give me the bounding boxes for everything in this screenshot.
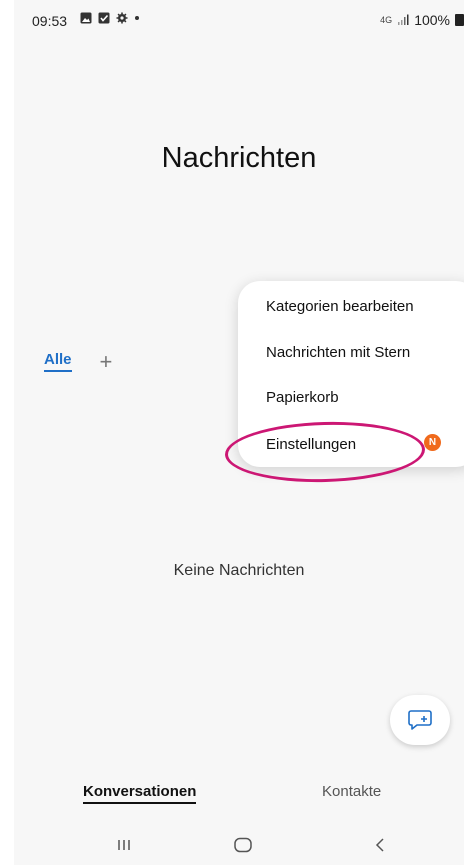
menu-item-edit-categories[interactable]: Kategorien bearbeiten (266, 298, 414, 315)
menu-item-settings[interactable]: Einstellungen (266, 436, 356, 453)
add-category-button[interactable]: + (100, 350, 113, 372)
back-icon (375, 838, 384, 852)
dot-icon (135, 16, 139, 20)
recent-apps-button[interactable] (109, 833, 139, 857)
system-nav-bar (14, 830, 464, 865)
network-type: 4G (380, 15, 393, 25)
page-title: Nachrichten (161, 142, 317, 174)
new-message-icon (408, 710, 432, 730)
new-badge: N (424, 434, 441, 451)
battery-icon (455, 14, 464, 26)
tab-contacts[interactable]: Kontakte (322, 783, 381, 800)
status-time: 09:53 (32, 13, 68, 29)
image-icon (80, 12, 92, 24)
back-button[interactable] (365, 833, 395, 857)
home-icon (234, 837, 252, 853)
tab-conversations[interactable]: Konversationen (83, 783, 197, 804)
category-filters: Alle + (44, 350, 113, 372)
empty-state-text: Keine Nachrichten (173, 562, 305, 579)
home-button[interactable] (228, 833, 258, 857)
checkbox-icon (98, 12, 110, 24)
notification-icons (80, 12, 140, 24)
gear-icon (116, 12, 128, 24)
menu-item-starred-messages[interactable]: Nachrichten mit Stern (266, 344, 410, 361)
status-bar: 09:53 4G 100% (14, 0, 464, 40)
status-right: 4G 100% (380, 12, 464, 28)
battery-percent: 100% (414, 12, 450, 28)
signal-icon (398, 14, 409, 25)
tab-all[interactable]: Alle (44, 351, 72, 372)
bottom-tabs: Konversationen Kontakte (14, 781, 464, 811)
compose-message-button[interactable] (390, 695, 450, 745)
overflow-menu: Kategorien bearbeiten Nachrichten mit St… (238, 281, 464, 467)
menu-item-trash[interactable]: Papierkorb (266, 389, 339, 406)
recent-apps-icon (118, 840, 130, 850)
messages-screen: 09:53 4G 100% Nachrichten Alle + Keine N… (14, 0, 464, 865)
